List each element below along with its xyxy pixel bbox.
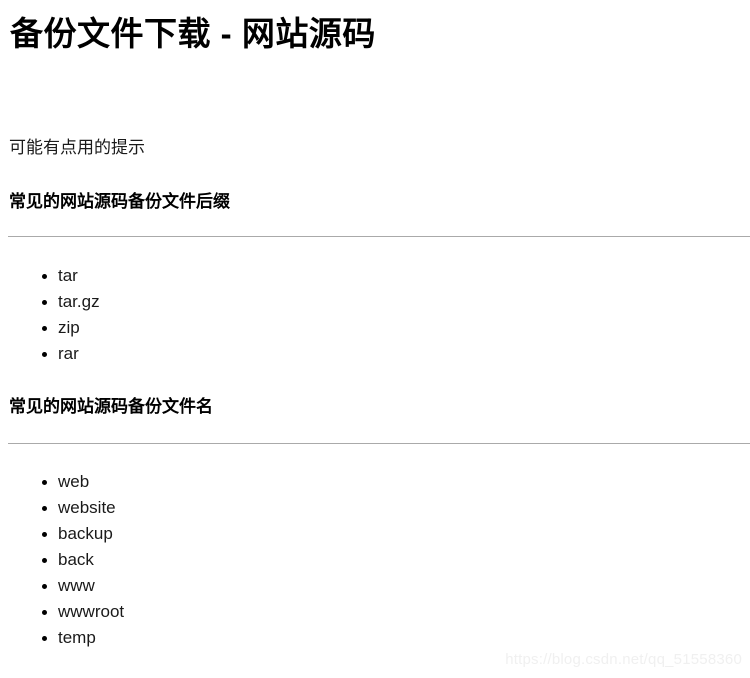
list-item-label: temp	[58, 628, 96, 647]
document-page: 备份文件下载 - 网站源码 可能有点用的提示 常见的网站源码备份文件后缀 tar…	[0, 0, 750, 678]
bullet-icon	[42, 300, 47, 305]
list-item: website	[0, 495, 124, 521]
divider-filenames	[8, 443, 750, 444]
list-item: backup	[0, 521, 124, 547]
intro-paragraph: 可能有点用的提示	[9, 138, 145, 157]
list-item-label: tar	[58, 266, 78, 285]
suffix-list: tar tar.gz zip rar	[0, 263, 100, 367]
bullet-icon	[42, 326, 47, 331]
list-item-label: backup	[58, 524, 113, 543]
divider-suffixes	[8, 236, 750, 237]
list-item: www	[0, 573, 124, 599]
list-item: wwwroot	[0, 599, 124, 625]
bullet-icon	[42, 610, 47, 615]
page-title: 备份文件下载 - 网站源码	[10, 15, 376, 52]
bullet-icon	[42, 480, 47, 485]
bullet-icon	[42, 636, 47, 641]
bullet-icon	[42, 558, 47, 563]
bullet-icon	[42, 274, 47, 279]
section-heading-filenames: 常见的网站源码备份文件名	[9, 397, 213, 416]
bullet-icon	[42, 584, 47, 589]
list-item-label: rar	[58, 344, 79, 363]
list-item-label: web	[58, 472, 90, 491]
list-item: zip	[0, 315, 100, 341]
filename-list: web website backup back www wwwroot temp	[0, 469, 124, 651]
list-item: temp	[0, 625, 124, 651]
bullet-icon	[42, 506, 47, 511]
list-item: rar	[0, 341, 100, 367]
list-item-label: back	[58, 550, 94, 569]
bullet-icon	[42, 532, 47, 537]
section-heading-suffixes: 常见的网站源码备份文件后缀	[9, 192, 230, 211]
list-item: tar	[0, 263, 100, 289]
list-item: tar.gz	[0, 289, 100, 315]
list-item-label: website	[58, 498, 116, 517]
list-item-label: tar.gz	[58, 292, 100, 311]
bullet-icon	[42, 352, 47, 357]
watermark: https://blog.csdn.net/qq_51558360	[505, 651, 742, 668]
list-item: web	[0, 469, 124, 495]
list-item-label: wwwroot	[58, 602, 125, 621]
list-item-label: www	[58, 576, 95, 595]
list-item: back	[0, 547, 124, 573]
list-item-label: zip	[58, 318, 80, 337]
